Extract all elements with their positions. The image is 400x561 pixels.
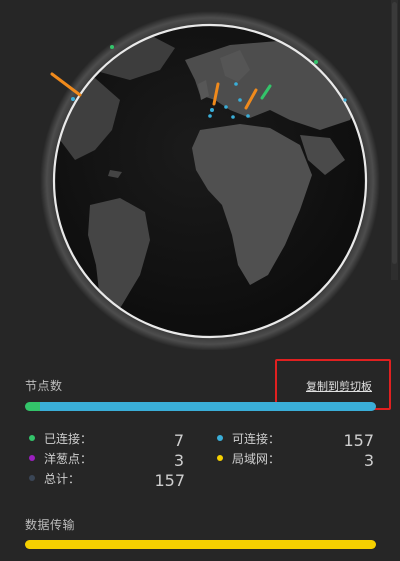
globe-map [40,11,380,350]
legend-value-connected: 7 [173,431,184,450]
peer-dot [231,115,235,119]
globe-view[interactable] [0,0,400,350]
legend-value-total: 157 [154,471,185,490]
legend-value-onion: 3 [173,451,184,470]
nodes-bar-segment-connected [25,402,40,411]
transfer-bar-fill [25,540,376,549]
peer-dot [246,114,250,118]
peer-stats-panel: 节点数 复制到剪切板 已连接： 7 可连接： 157 洋葱点： 3 局域网： 3… [0,0,400,561]
legend-label-lan: 局域网： [232,451,281,466]
nodes-bar [25,402,376,411]
copy-to-clipboard-label: 复制到剪切板 [306,380,372,393]
legend-dot-connectable [217,435,223,441]
legend-dot-total [29,475,35,481]
legend-item-onion: 洋葱点： [29,450,92,466]
legend-item-lan: 局域网： [217,450,280,466]
legend-label-connectable: 可连接： [232,431,281,446]
peer-dot [238,98,242,102]
peer-dot [208,114,212,118]
legend-item-total: 总计： [29,470,80,486]
transfer-bar [25,540,376,549]
legend-value-lan: 3 [363,451,374,470]
peer-dot [314,60,318,64]
peer-dot [234,82,238,86]
peer-dot [110,45,114,49]
nodes-bar-segment-connectable [39,402,376,411]
legend-item-connectable: 可连接： [217,430,280,446]
legend-label-total: 总计： [44,471,81,486]
legend-label-onion: 洋葱点： [44,451,93,466]
legend-dot-lan [217,455,223,461]
legend-label-connected: 已连接： [44,431,93,446]
transfer-title: 数据传输 [25,518,76,532]
legend-item-connected: 已连接： [29,430,92,446]
nodes-title: 节点数 [25,379,63,393]
peer-dot [210,108,214,112]
legend-dot-connected [29,435,35,441]
peer-dot [343,98,347,102]
peer-dot [224,105,228,109]
legend-value-connectable: 157 [343,431,374,450]
peer-dot [71,97,75,101]
legend-dot-onion [29,455,35,461]
scrollbar-thumb[interactable] [392,2,397,264]
